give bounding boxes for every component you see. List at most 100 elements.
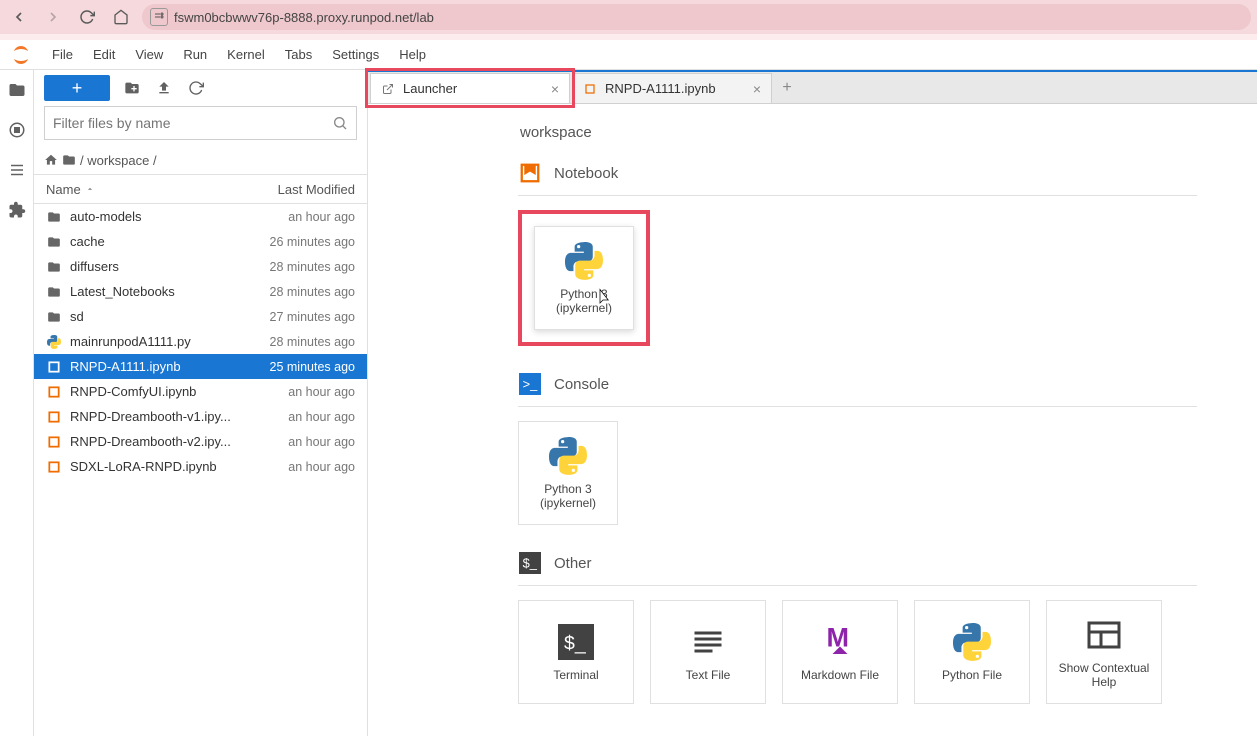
file-row[interactable]: RNPD-A1111.ipynb25 minutes ago: [34, 354, 367, 379]
upload-icon[interactable]: [154, 78, 174, 98]
file-time: 28 minutes ago: [270, 335, 355, 349]
file-list-header: Name Last Modified: [34, 174, 367, 204]
folder-icon: [46, 235, 62, 249]
file-row[interactable]: auto-modelsan hour ago: [34, 204, 367, 229]
file-time: an hour ago: [288, 460, 355, 474]
file-row[interactable]: diffusers28 minutes ago: [34, 254, 367, 279]
site-settings-icon[interactable]: [150, 8, 168, 26]
reload-button[interactable]: [74, 4, 100, 30]
breadcrumb[interactable]: / workspace /: [34, 146, 367, 174]
file-row[interactable]: Latest_Notebooks 28 minutes ago: [34, 279, 367, 304]
home-button[interactable]: [108, 4, 134, 30]
file-name: SDXL-LoRA-RNPD.ipynb: [70, 459, 280, 474]
new-folder-icon[interactable]: [122, 78, 142, 98]
menu-kernel[interactable]: Kernel: [217, 40, 275, 69]
nb-icon: [46, 460, 62, 474]
menu-edit[interactable]: Edit: [83, 40, 125, 69]
nb-icon: [46, 435, 62, 449]
console-section-icon: >_: [518, 372, 542, 396]
refresh-icon[interactable]: [186, 78, 206, 98]
tab-bar: Launcher × RNPD-A1111.ipynb × +: [368, 70, 1257, 104]
back-button[interactable]: [6, 4, 32, 30]
url-bar[interactable]: fswm0bcbwwv76p-8888.proxy.runpod.net/lab: [142, 4, 1251, 30]
file-row[interactable]: mainrunpodA1111.py 28 minutes ago: [34, 329, 367, 354]
add-tab-button[interactable]: +: [772, 73, 802, 103]
close-icon[interactable]: ×: [753, 81, 761, 97]
menu-tabs[interactable]: Tabs: [275, 40, 322, 69]
pythonfile-card[interactable]: Python File: [914, 600, 1030, 704]
menu-view[interactable]: View: [125, 40, 173, 69]
launch-icon: [381, 82, 395, 96]
file-list: auto-modelsan hour ago cache 26 minutes ag…: [34, 204, 367, 736]
card-label: Terminal: [553, 668, 598, 682]
menu-run[interactable]: Run: [173, 40, 217, 69]
python-icon: [548, 436, 588, 476]
notebook-icon: [583, 82, 597, 96]
file-time: 28 minutes ago: [270, 285, 355, 299]
file-name: mainrunpodA1111.py: [70, 334, 262, 349]
file-row[interactable]: SDXL-LoRA-RNPD.ipynb an hour ago: [34, 454, 367, 479]
extensions-icon[interactable]: [7, 200, 27, 220]
tab-launcher[interactable]: Launcher ×: [370, 73, 570, 103]
folder-icon[interactable]: [7, 80, 27, 100]
menu-file[interactable]: File: [42, 40, 83, 69]
card-label: Show Contextual Help: [1047, 661, 1161, 690]
menu-settings[interactable]: Settings: [322, 40, 389, 69]
url-text: fswm0bcbwwv76p-8888.proxy.runpod.net/lab: [174, 10, 434, 25]
svg-text:$_: $_: [564, 632, 587, 654]
file-name: diffusers: [70, 259, 262, 274]
python-icon: [564, 241, 604, 281]
col-modified[interactable]: Last Modified: [278, 182, 355, 197]
menu-help[interactable]: Help: [389, 40, 436, 69]
file-name: Latest_Notebooks: [70, 284, 262, 299]
jupyter-logo: [10, 44, 32, 66]
sort-icon: [85, 184, 95, 194]
section-title: Notebook: [554, 165, 618, 182]
section-notebook: Notebook Python 3 (ipykernel): [518, 161, 1257, 346]
py-icon: [46, 335, 62, 349]
file-row[interactable]: sd27 minutes ago: [34, 304, 367, 329]
search-icon: [332, 115, 348, 131]
toc-icon[interactable]: [7, 160, 27, 180]
col-name[interactable]: Name: [46, 182, 81, 197]
breadcrumb-path: / workspace /: [80, 153, 157, 168]
notebook-python3-card[interactable]: Python 3 (ipykernel): [534, 226, 634, 330]
file-row[interactable]: RNPD-Dreambooth-v2.ipy...an hour ago: [34, 429, 367, 454]
markdown-card[interactable]: M Markdown File: [782, 600, 898, 704]
file-time: an hour ago: [288, 385, 355, 399]
svg-text:>_: >_: [523, 377, 538, 392]
filter-box[interactable]: [44, 106, 357, 140]
terminal-card[interactable]: $_ Terminal: [518, 600, 634, 704]
home-icon: [44, 153, 58, 167]
new-launcher-button[interactable]: +: [44, 75, 110, 101]
textfile-card[interactable]: Text File: [650, 600, 766, 704]
file-time: 26 minutes ago: [270, 235, 355, 249]
card-label: Python 3 (ipykernel): [556, 287, 612, 316]
help-card[interactable]: Show Contextual Help: [1046, 600, 1162, 704]
activity-bar: [0, 70, 34, 736]
svg-text:M: M: [827, 624, 850, 653]
card-label: Python File: [942, 668, 1002, 682]
console-python3-card[interactable]: Python 3 (ipykernel): [518, 421, 618, 525]
running-icon[interactable]: [7, 120, 27, 140]
file-row[interactable]: RNPD-ComfyUI.ipynban hour ago: [34, 379, 367, 404]
card-label: Python 3 (ipykernel): [540, 482, 596, 511]
card-label: Markdown File: [801, 668, 879, 682]
other-section-icon: $_: [518, 551, 542, 575]
forward-button[interactable]: [40, 4, 66, 30]
notebook-section-icon: [518, 161, 542, 185]
tab-label: RNPD-A1111.ipynb: [605, 81, 716, 96]
python-icon: [952, 622, 992, 662]
file-row[interactable]: RNPD-Dreambooth-v1.ipy...an hour ago: [34, 404, 367, 429]
nb-icon: [46, 385, 62, 399]
tab-notebook[interactable]: RNPD-A1111.ipynb ×: [572, 73, 772, 103]
file-name: cache: [70, 234, 262, 249]
file-row[interactable]: cache 26 minutes ago: [34, 229, 367, 254]
file-browser: + / workspace / Name Last Modified auto-…: [34, 70, 368, 736]
nb-icon: [46, 360, 62, 374]
launcher-cwd: workspace: [520, 124, 1257, 141]
close-icon[interactable]: ×: [551, 81, 559, 97]
launcher-panel: workspace Notebook Python 3 (ipykernel): [368, 104, 1257, 736]
filter-input[interactable]: [53, 115, 332, 131]
section-other: $_ Other $_ Terminal Text File M Markdow…: [518, 551, 1257, 704]
